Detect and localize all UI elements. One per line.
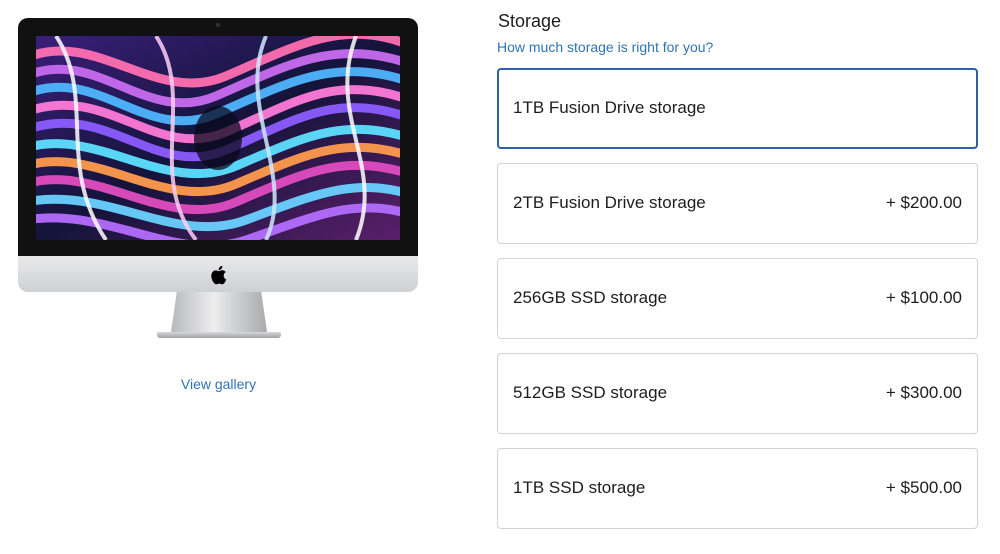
option-price: + $500.00 [885, 478, 962, 497]
option-price: + $200.00 [885, 193, 962, 212]
option-label: 1TB Fusion Drive storage [513, 98, 706, 117]
option-price: + $100.00 [885, 288, 962, 307]
storage-option-2tb-fusion[interactable]: 2TB Fusion Drive storage + $200.00 [497, 163, 978, 244]
option-label: 256GB SSD storage [513, 288, 668, 307]
storage-option-512gb-ssd[interactable]: 512GB SSD storage + $300.00 [497, 353, 978, 434]
option-label: 2TB Fusion Drive storage [513, 193, 706, 212]
storage-help-link[interactable]: How much storage is right for you? [497, 39, 713, 55]
storage-option-256gb-ssd[interactable]: 256GB SSD storage + $100.00 [497, 258, 978, 339]
imac-stand [171, 292, 267, 332]
wallpaper-art [36, 36, 400, 240]
view-gallery-link[interactable]: View gallery [0, 376, 437, 392]
imac-stand-base [157, 332, 281, 338]
storage-options-list: 1TB Fusion Drive storage 2TB Fusion Driv… [497, 68, 978, 543]
option-label: 1TB SSD storage [513, 478, 646, 497]
option-label: 512GB SSD storage [513, 383, 668, 402]
imac-screen-wallpaper [36, 36, 400, 240]
storage-heading: Storage [498, 11, 562, 31]
camera-dot [216, 23, 220, 27]
storage-option-1tb-ssd[interactable]: 1TB SSD storage + $500.00 [497, 448, 978, 529]
imac-display [18, 18, 418, 256]
apple-logo-icon [211, 265, 227, 285]
storage-option-1tb-fusion[interactable]: 1TB Fusion Drive storage [497, 68, 978, 149]
product-image-panel: View gallery [0, 0, 440, 554]
option-price: + $300.00 [885, 383, 962, 402]
